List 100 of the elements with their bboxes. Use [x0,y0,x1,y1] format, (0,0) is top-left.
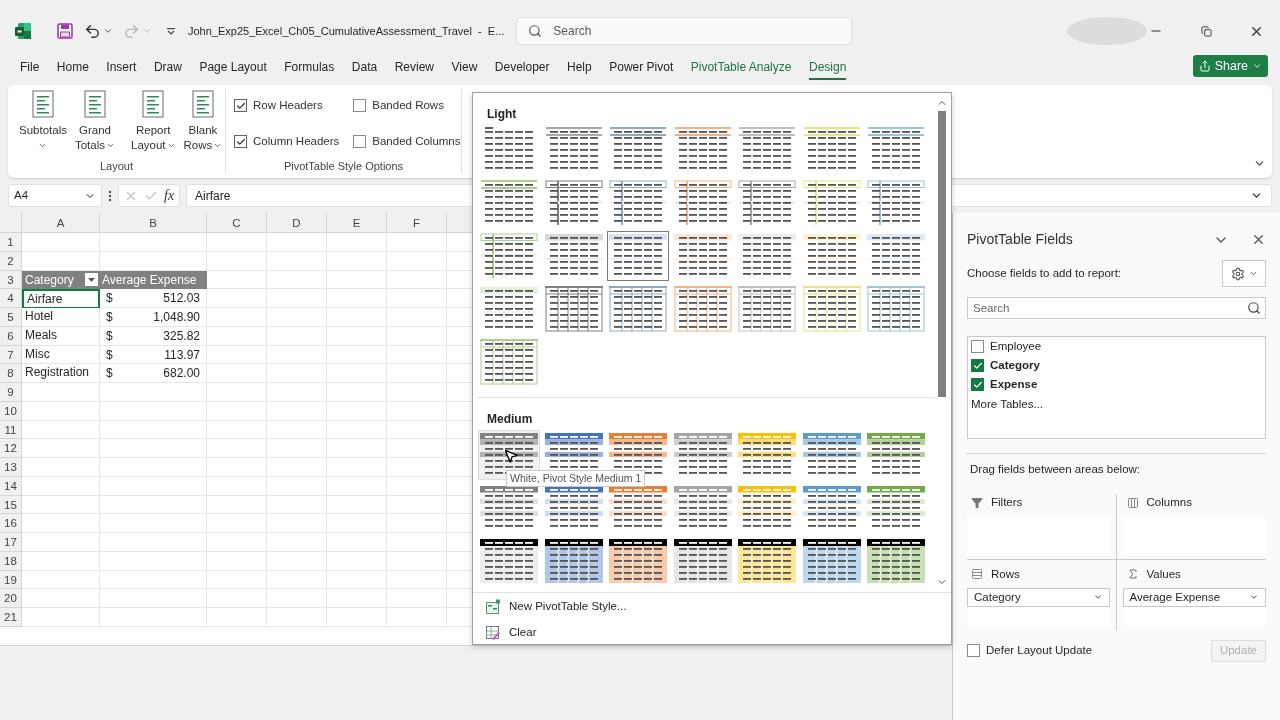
area-field-dropdown[interactable]: Category [967,587,1110,607]
more-tables-link[interactable]: More Tables... [971,396,1262,414]
caret-icon[interactable] [103,26,113,36]
style-option[interactable] [542,283,605,334]
style-option[interactable] [800,177,863,228]
row-header[interactable]: 4 [0,289,22,308]
menu-tab[interactable]: Page Layout [199,56,267,80]
style-option[interactable] [607,230,670,281]
table-style-icon [738,179,797,226]
style-option[interactable] [865,283,928,334]
row-header[interactable]: 21 [0,608,22,627]
ribbon-button[interactable]: Grand Totals [70,90,119,153]
style-option[interactable] [800,283,863,334]
column-header[interactable]: D [267,213,327,233]
style-option[interactable] [865,177,928,228]
style-option[interactable] [542,177,605,228]
checkbox[interactable] [971,359,984,372]
checkbox[interactable] [967,644,980,658]
row-header[interactable]: 1 [0,233,22,252]
clear-style-icon [485,625,501,641]
empty-cell [207,589,267,608]
table-style-icon [544,179,603,226]
style-option[interactable] [478,336,541,387]
menu-tab[interactable]: Developer [494,56,550,80]
checkbox[interactable] [353,99,367,113]
empty-cell [327,401,387,421]
column-header[interactable]: B [100,213,207,233]
option-checkbox[interactable]: Banded Rows [353,95,461,117]
column-header[interactable]: A [22,213,100,233]
insert-function-button[interactable]: fx [164,185,175,206]
style-option[interactable] [607,177,670,228]
menu-tab[interactable]: Help [567,56,592,80]
menu-item[interactable]: New PivotTable Style... [485,598,951,616]
menu-tab[interactable]: File [20,56,40,80]
row-header[interactable]: 16 [0,514,22,533]
drop-area[interactable]: Average Expense [1122,587,1266,626]
menu-tab[interactable]: Data [351,56,378,80]
menu-tab[interactable]: Home [56,56,89,80]
row-header[interactable]: 9 [0,383,22,402]
close-icon[interactable] [1251,232,1266,247]
ribbon-button[interactable]: Subtotals [15,90,71,153]
row-header[interactable]: 17 [0,533,22,552]
search-field[interactable]: Search [516,17,853,45]
menu-tab[interactable]: Draw [153,56,182,80]
style-option[interactable] [671,177,734,228]
spreadsheet-app-icon[interactable] [14,22,32,40]
menu-tab[interactable]: Insert [106,56,137,80]
restore-icon[interactable] [1201,25,1212,37]
field-item[interactable]: Expense [971,377,1262,392]
filter-dropdown-button[interactable] [85,273,98,287]
area-field-dropdown[interactable]: Average Expense [1122,587,1266,607]
option-checkbox[interactable]: Banded Columns [353,131,461,153]
undo-icon[interactable] [84,22,101,40]
menu-item[interactable]: Clear [485,624,951,642]
menu-tab[interactable]: View [451,56,478,80]
column-header[interactable]: C [207,213,267,233]
style-option[interactable] [736,177,799,228]
row-header[interactable]: 12 [0,439,22,458]
checkbox[interactable] [971,340,984,353]
style-option[interactable] [607,283,670,334]
row-header[interactable]: 8 [0,364,22,383]
table-cell: $ 113.97 [100,345,207,365]
drop-area[interactable]: Category [967,587,1110,626]
field-item[interactable]: Category [971,358,1262,373]
column-header[interactable]: E [327,213,387,233]
empty-cell [327,570,387,590]
style-option[interactable] [671,283,734,334]
checkbox[interactable] [234,135,247,149]
scroll-thumb[interactable] [938,111,946,397]
field-item[interactable]: Employee [971,339,1262,354]
search-field[interactable]: Search [967,297,1266,319]
settings-button[interactable] [1222,260,1266,287]
row-header[interactable]: 5 [0,308,22,327]
option-checkbox[interactable]: Row Headers [234,95,340,117]
save-icon[interactable] [57,23,73,39]
defer-checkbox[interactable]: Defer Layout Update [967,642,1211,660]
checkbox[interactable] [234,99,247,113]
ribbon-button[interactable]: Report Layout [127,90,180,153]
menu-tab[interactable]: Design [808,56,847,80]
style-option[interactable] [736,283,799,334]
row-header[interactable]: 13 [0,458,22,477]
table-cell: Hotel [22,308,100,327]
menu-tab[interactable]: Power Pivot [609,56,674,80]
option-checkbox[interactable]: Column Headers [234,131,340,153]
share-button[interactable]: Share [1192,55,1268,77]
column-header[interactable]: F [387,213,447,233]
empty-cell [267,289,327,308]
checkbox[interactable] [971,378,984,391]
menu-tab[interactable]: Review [394,56,434,80]
ribbon-button[interactable]: Blank Rows [179,90,227,153]
name-box[interactable]: A4 [8,184,102,207]
row-header[interactable]: 20 [0,589,22,608]
customize-toolbar-icon[interactable] [166,26,176,36]
menu-tab[interactable]: PivotTable Analyze [690,56,792,80]
menu-tab[interactable]: Formulas [284,56,335,80]
empty-cell [327,439,387,458]
table-style-icon [738,537,797,584]
style-option[interactable] [478,230,541,281]
caret-icon [1248,269,1258,278]
checkbox[interactable] [353,135,367,149]
